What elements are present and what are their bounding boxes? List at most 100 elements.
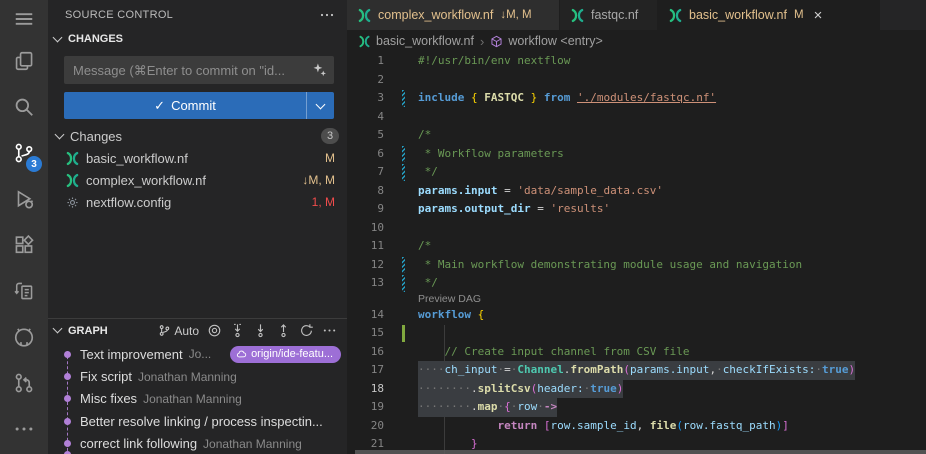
branch-ref-badge[interactable]: origin/ide-featu... — [230, 346, 341, 363]
nextflow-file-icon — [64, 151, 80, 166]
code-line-10[interactable]: 10 — [347, 219, 926, 238]
activity-item-menu[interactable] — [0, 0, 48, 38]
line-number: 14 — [347, 306, 384, 325]
code-line-17[interactable]: 17····ch_input·=·Channel.fromPath(params… — [347, 361, 926, 380]
code-text: params.output_dir = 'results' — [418, 200, 610, 219]
tab-complex_workflow.nf[interactable]: complex_workflow.nf↓M, M — [347, 0, 560, 30]
menu-icon — [13, 8, 35, 30]
commit-button[interactable]: ✓ Commit — [64, 92, 334, 119]
code-line-6[interactable]: 6 * Workflow parameters — [347, 145, 926, 164]
git-gutter-mod-marker[interactable] — [402, 90, 405, 107]
line-number: 13 — [347, 274, 384, 293]
refresh-icon[interactable] — [299, 323, 314, 338]
graph-commit-dot — [64, 395, 71, 402]
nextflow-file-icon — [570, 8, 585, 23]
codelens-preview-dag[interactable]: Preview DAG — [418, 293, 481, 306]
changes-tree-label: Changes — [70, 129, 321, 144]
code-line-1[interactable]: 1#!/usr/bin/env nextflow — [347, 52, 926, 71]
ellipsis-icon — [13, 418, 35, 440]
changed-file-row[interactable]: nextflow.config1, M — [48, 191, 347, 213]
more-actions-icon[interactable] — [319, 7, 335, 23]
check-icon: ✓ — [154, 98, 165, 114]
breadcrumb[interactable]: basic_workflow.nf › workflow <entry> — [347, 30, 926, 52]
sparkle-icon[interactable] — [312, 62, 327, 77]
code-text: return [row.sample_id, file(row.fastq_pa… — [418, 417, 789, 436]
graph-auto-dropdown[interactable]: Auto — [158, 324, 199, 338]
sidebar-title: SOURCE CONTROL — [65, 9, 319, 21]
code-line-12[interactable]: 12 * Main workflow demonstrating module … — [347, 256, 926, 275]
code-line-18[interactable]: 18········.splitCsv(header:·true) — [347, 380, 926, 399]
commit-row[interactable]: Text improvementJo...origin/ide-featu... — [48, 343, 347, 365]
activity-item-explorer[interactable] — [0, 38, 48, 84]
activity-item-ellipsis[interactable] — [0, 406, 48, 452]
changes-tree-header[interactable]: Changes 3 — [56, 125, 339, 147]
activity-item-pull-request[interactable] — [0, 360, 48, 406]
horizontal-scrollbar[interactable] — [355, 450, 926, 454]
tab-basic_workflow.nf[interactable]: basic_workflow.nfM× — [658, 0, 880, 30]
codelens-row: Preview DAG — [347, 293, 926, 306]
activity-item-search[interactable] — [0, 84, 48, 130]
breadcrumb-symbol[interactable]: workflow <entry> — [508, 34, 602, 48]
code-line-9[interactable]: 9params.output_dir = 'results' — [347, 200, 926, 219]
activity-item-sync-documents[interactable] — [0, 268, 48, 314]
activity-item-extensions[interactable] — [0, 222, 48, 268]
code-text: * Workflow parameters — [418, 145, 564, 164]
changed-file-row[interactable]: basic_workflow.nfM — [48, 147, 347, 169]
graph-section: GRAPH Auto Text improvementJo...origin/i… — [48, 318, 347, 454]
changed-file-row[interactable]: complex_workflow.nf↓M, M — [48, 169, 347, 191]
code-line-5[interactable]: 5/* — [347, 126, 926, 145]
commit-message: Text improvement — [80, 347, 183, 362]
code-line-8[interactable]: 8params.input = 'data/sample_data.csv' — [347, 182, 926, 201]
commit-row[interactable]: Better resolve linking / process inspect… — [48, 410, 347, 432]
close-icon[interactable]: × — [814, 8, 823, 23]
commit-button-main[interactable]: ✓ Commit — [64, 92, 306, 119]
line-number: 5 — [347, 126, 384, 145]
push-icon[interactable] — [276, 323, 291, 338]
code-line-15[interactable]: 15 — [347, 324, 926, 343]
commit-dropdown-button[interactable] — [306, 92, 334, 119]
source-control-sidebar: SOURCE CONTROL CHANGES ✓ Commit Changes … — [48, 0, 347, 454]
graph-section-header[interactable]: GRAPH Auto — [48, 319, 347, 342]
code-line-11[interactable]: 11/* — [347, 237, 926, 256]
code-line-7[interactable]: 7 */ — [347, 163, 926, 182]
tab-fastqc.nf[interactable]: fastqc.nf — [560, 0, 658, 30]
code-line-13[interactable]: 13 */ — [347, 274, 926, 293]
pull-icon[interactable] — [253, 323, 268, 338]
changes-section-header[interactable]: CHANGES — [54, 33, 123, 45]
git-gutter-add-marker[interactable] — [402, 325, 405, 342]
ellipsis-icon[interactable] — [322, 323, 337, 338]
commit-message-input[interactable] — [64, 56, 334, 84]
fetch-icon[interactable] — [230, 323, 245, 338]
commit-row[interactable]: correct link followingJonathan Manning — [48, 433, 347, 454]
github-icon — [13, 326, 35, 348]
target-icon[interactable] — [207, 323, 222, 338]
file-name: basic_workflow.nf — [86, 151, 317, 166]
editor-group: complex_workflow.nf↓M, Mfastqc.nfbasic_w… — [347, 0, 926, 454]
code-line-16[interactable]: 16 // Create input channel from CSV file — [347, 343, 926, 362]
activity-item-run-debug[interactable] — [0, 176, 48, 222]
git-gutter-mod-marker[interactable] — [402, 275, 405, 292]
commit-graph-list: Text improvementJo...origin/ide-featu...… — [48, 343, 347, 454]
graph-commit-dot — [64, 440, 71, 447]
activity-item-source-control[interactable]: 3 — [0, 130, 48, 176]
graph-commit-dot — [64, 351, 71, 358]
code-text: ····ch_input·=·Channel.fromPath(params.i… — [418, 361, 855, 380]
code-line-2[interactable]: 2 — [347, 71, 926, 90]
code-text: include { FASTQC } from './modules/fastq… — [418, 89, 716, 108]
git-gutter-mod-marker[interactable] — [402, 146, 405, 163]
commit-row[interactable]: Fix scriptJonathan Manning — [48, 365, 347, 387]
code-line-19[interactable]: 19········.map·{·row·-> — [347, 398, 926, 417]
git-gutter-mod-marker[interactable] — [402, 164, 405, 181]
activity-item-github[interactable] — [0, 314, 48, 360]
code-line-14[interactable]: 14workflow { — [347, 306, 926, 325]
code-line-4[interactable]: 4 — [347, 108, 926, 127]
code-line-20[interactable]: 20 return [row.sample_id, file(row.fastq… — [347, 417, 926, 436]
code-area[interactable]: 1#!/usr/bin/env nextflow23include { FAST… — [347, 52, 926, 454]
activity-bar: 3 — [0, 0, 48, 454]
commit-row[interactable]: Misc fixesJonathan Manning — [48, 388, 347, 410]
code-line-3[interactable]: 3include { FASTQC } from './modules/fast… — [347, 89, 926, 108]
breadcrumb-file[interactable]: basic_workflow.nf — [376, 34, 474, 48]
sync-documents-icon — [13, 280, 35, 302]
nextflow-file-icon — [64, 173, 80, 188]
git-gutter-mod-marker[interactable] — [402, 257, 405, 274]
